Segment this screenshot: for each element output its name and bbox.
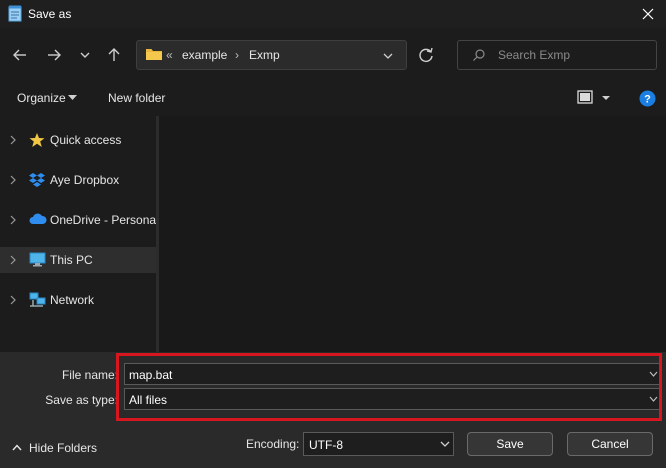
- notepad-icon: [8, 5, 22, 22]
- search-box[interactable]: Search Exmp: [457, 40, 657, 70]
- view-options-button[interactable]: [576, 89, 616, 107]
- annotation-highlight-box: [116, 353, 662, 421]
- dropbox-icon: [29, 173, 45, 187]
- encoding-label: Encoding:: [246, 437, 300, 451]
- title-bar: Save as: [0, 0, 666, 28]
- new-folder-label: New folder: [108, 91, 166, 105]
- chevron-right-icon: [10, 295, 16, 305]
- chevron-right-icon: [10, 255, 16, 265]
- search-icon: [472, 48, 486, 62]
- svg-text:?: ?: [644, 94, 651, 106]
- hide-folders-label: Hide Folders: [29, 441, 98, 455]
- chevron-down-icon: [440, 441, 450, 447]
- back-button[interactable]: [7, 42, 33, 68]
- encoding-select[interactable]: UTF-8: [303, 432, 454, 456]
- breadcrumb-parent[interactable]: example: [182, 48, 227, 62]
- address-bar[interactable]: « example › Exmp: [136, 40, 407, 70]
- organize-button[interactable]: Organize: [8, 82, 82, 114]
- refresh-button[interactable]: [411, 40, 441, 70]
- chevron-down-icon: [80, 52, 90, 58]
- sidebar-item-label: Aye Dropbox: [50, 173, 120, 187]
- window-title: Save as: [28, 7, 72, 21]
- new-folder-button[interactable]: New folder: [100, 82, 174, 114]
- file-list-area[interactable]: [159, 116, 666, 352]
- refresh-icon: [419, 47, 433, 62]
- view-layout-icon: [577, 90, 610, 104]
- forward-button[interactable]: [41, 42, 67, 68]
- up-button[interactable]: [101, 42, 127, 68]
- arrow-left-icon: [13, 49, 26, 61]
- chevron-right-icon: [10, 215, 16, 225]
- overflow-chevron[interactable]: «: [166, 48, 173, 62]
- cloud-icon: [29, 213, 47, 224]
- help-button[interactable]: ?: [639, 90, 656, 107]
- chevron-right-icon: [10, 135, 16, 145]
- arrow-up-icon: [108, 48, 120, 61]
- close-icon: [642, 8, 654, 20]
- sidebar-item-label: OneDrive - Personal: [50, 213, 159, 227]
- chevron-up-icon: [12, 444, 22, 451]
- star-icon: [29, 133, 45, 147]
- command-bar: Organize New folder ?: [0, 82, 666, 114]
- sidebar-item-quick-access[interactable]: Quick access: [0, 127, 156, 153]
- sidebar-item-label: Network: [50, 293, 95, 307]
- help-icon: ?: [639, 90, 656, 107]
- save-as-type-label: Save as type:: [45, 393, 118, 407]
- encoding-value: UTF-8: [309, 438, 343, 452]
- sidebar-item-label: This PC: [50, 253, 93, 267]
- address-dropdown-button[interactable]: [381, 49, 395, 63]
- sidebar-item-dropbox[interactable]: Aye Dropbox: [0, 167, 156, 193]
- caret-down-icon: [68, 95, 77, 100]
- sidebar-item-network[interactable]: Network: [0, 287, 156, 313]
- folder-icon: [145, 47, 163, 62]
- arrow-right-icon: [48, 49, 61, 61]
- navigation-pane: Quick access Aye Dropbox OneDrive - Pers…: [0, 116, 159, 352]
- chevron-right-icon: [10, 175, 16, 185]
- breadcrumb-separator-icon: ›: [235, 48, 239, 62]
- sidebar-item-label: Quick access: [50, 133, 122, 147]
- chevron-down-icon: [383, 53, 393, 59]
- recent-locations-button[interactable]: [72, 42, 98, 68]
- sidebar-item-onedrive[interactable]: OneDrive - Personal: [0, 207, 159, 233]
- close-button[interactable]: [630, 0, 666, 28]
- breadcrumb-current[interactable]: Exmp: [249, 48, 280, 62]
- search-placeholder: Search Exmp: [498, 48, 571, 62]
- hide-folders-button[interactable]: Hide Folders: [8, 438, 108, 458]
- cancel-button[interactable]: Cancel: [567, 432, 653, 456]
- sidebar-item-this-pc[interactable]: This PC: [0, 247, 156, 273]
- save-button[interactable]: Save: [467, 432, 553, 456]
- organize-label: Organize: [17, 91, 66, 105]
- monitor-icon: [29, 252, 46, 267]
- file-name-label: File name:: [61, 368, 118, 382]
- network-icon: [29, 292, 46, 307]
